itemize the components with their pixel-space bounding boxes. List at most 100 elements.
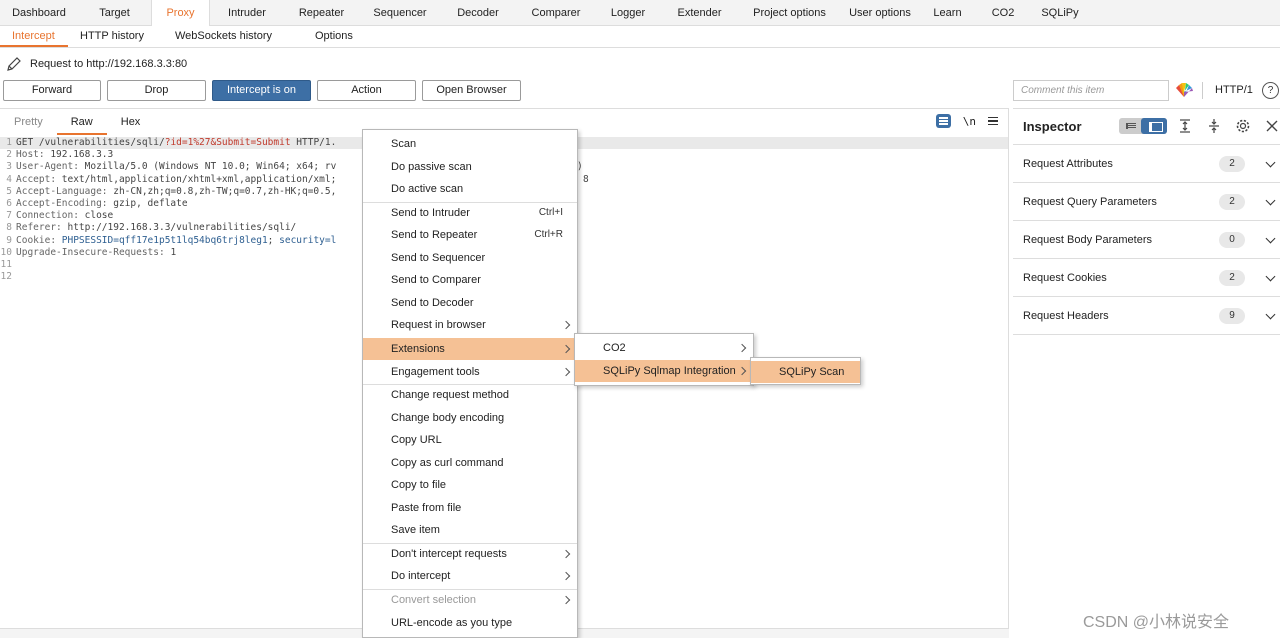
line-number: 2 (6, 149, 12, 161)
menu-item-label: Request in browser (391, 319, 486, 332)
menu-item-label: URL-encode as you type (391, 616, 513, 629)
menu-item-co2[interactable]: CO2 (575, 337, 753, 359)
menu-item-do-intercept[interactable]: Do intercept (363, 565, 577, 587)
code-token: Mozilla/5.0 (Windows NT 10.0; Win64; x64… (84, 161, 337, 173)
menu-item-send-to-sequencer[interactable]: Send to Sequencer (363, 247, 577, 269)
show-newlines-toggle[interactable]: \n (963, 115, 976, 128)
code-token: User-Agent: (16, 161, 85, 173)
editor-tab-pretty[interactable]: Pretty (0, 109, 57, 135)
code-token: 1 (170, 246, 177, 258)
top-tab-label: Repeater (298, 7, 345, 19)
sub-tab-websockets-history[interactable]: WebSockets history (163, 26, 303, 47)
code-token: Cookie: (16, 234, 62, 246)
expand-all-icon[interactable] (1177, 118, 1193, 134)
chevron-down-icon[interactable] (1265, 195, 1276, 206)
pretty-format-icon[interactable] (935, 114, 951, 128)
drop-button[interactable]: Drop (107, 80, 206, 101)
top-tab-extender[interactable]: Extender (659, 0, 740, 26)
pencil-icon[interactable] (6, 56, 22, 72)
panel-layout-icon[interactable] (1141, 118, 1167, 134)
code-token: HTTP/1. (290, 137, 337, 148)
inspector-section-request-cookies[interactable]: Request Cookies 2 (1013, 259, 1280, 297)
top-tab-label: Learn (933, 7, 962, 19)
menu-item-do-passive-scan[interactable]: Do passive scan (363, 156, 577, 178)
comment-input[interactable]: Comment this item (1013, 80, 1169, 101)
menu-item-url-encode-as-you-type[interactable]: URL-encode as you type (363, 612, 577, 634)
top-tab-proxy[interactable]: Proxy (151, 0, 210, 26)
top-tab-decoder[interactable]: Decoder (441, 0, 515, 26)
top-tab-co2[interactable]: CO2 (974, 0, 1032, 26)
editor-tab-raw[interactable]: Raw (56, 109, 107, 135)
editor-tab-hex[interactable]: Hex (107, 109, 155, 135)
menu-item-request-in-browser[interactable]: Request in browser (363, 314, 577, 336)
layout-toggle[interactable] (1119, 118, 1167, 134)
top-tab-sqlipy[interactable]: SQLiPy (1032, 0, 1088, 26)
top-tab-project-options[interactable]: Project options (740, 0, 839, 26)
top-tab-dashboard[interactable]: Dashboard (0, 0, 78, 26)
action-button[interactable]: Action (317, 80, 416, 101)
menu-item-sqlipy-sqlmap-integration[interactable]: SQLiPy Sqlmap Integration (575, 359, 753, 382)
menu-item-don-t-intercept-requests[interactable]: Don't intercept requests (363, 543, 577, 565)
top-tab-label: Sequencer (373, 7, 427, 19)
chevron-down-icon[interactable] (1265, 157, 1276, 168)
menu-item-copy-to-file[interactable]: Copy to file (363, 474, 577, 496)
sub-tab-intercept[interactable]: Intercept (0, 26, 68, 47)
request-target-line: Request to http://192.168.3.3:80 (0, 52, 600, 76)
chevron-down-icon[interactable] (1265, 309, 1276, 320)
chevron-right-icon (561, 344, 571, 354)
top-tab-sequencer[interactable]: Sequencer (359, 0, 441, 26)
top-tab-repeater[interactable]: Repeater (284, 0, 359, 26)
top-tab-label: Target (99, 7, 130, 19)
chevron-down-icon[interactable] (1265, 233, 1276, 244)
menu-item-send-to-comparer[interactable]: Send to Comparer (363, 269, 577, 291)
top-tab-user-options[interactable]: User options (839, 0, 921, 26)
highlight-color-icon[interactable] (1174, 80, 1194, 100)
menu-item-do-active-scan[interactable]: Do active scan (363, 178, 577, 200)
top-tab-target[interactable]: Target (78, 0, 151, 26)
top-tab-logger[interactable]: Logger (597, 0, 659, 26)
menu-item-copy-as-curl-command[interactable]: Copy as curl command (363, 452, 577, 474)
code-token: ; (267, 234, 280, 246)
menu-item-label: Change request method (391, 389, 510, 402)
close-icon[interactable] (1264, 118, 1280, 134)
menu-item-sqlipy-scan[interactable]: SQLiPy Scan (751, 361, 860, 383)
inspector-section-request-attributes[interactable]: Request Attributes 2 (1013, 145, 1280, 183)
menu-item-label: Scan (391, 138, 417, 150)
help-icon[interactable]: ? (1262, 82, 1279, 99)
top-tab-label: Comparer (531, 7, 581, 19)
top-tab-label: CO2 (991, 7, 1015, 19)
settings-gear-icon[interactable] (1235, 118, 1251, 134)
line-number: 8 (6, 222, 12, 234)
inspector-section-request-body-parameters[interactable]: Request Body Parameters 0 (1013, 221, 1280, 259)
sub-tab-http-history[interactable]: HTTP history (68, 26, 163, 47)
menu-item-send-to-repeater[interactable]: Send to Repeater Ctrl+R (363, 224, 577, 246)
inspector-section-request-headers[interactable]: Request Headers 9 (1013, 297, 1280, 335)
sub-tab-options[interactable]: Options (303, 26, 373, 47)
chevron-down-icon[interactable] (1265, 271, 1276, 282)
list-layout-icon[interactable] (1119, 118, 1141, 134)
count-badge: 2 (1219, 194, 1245, 210)
menu-item-send-to-decoder[interactable]: Send to Decoder (363, 292, 577, 314)
http-version-toggle[interactable]: HTTP/1 (1215, 84, 1253, 96)
menu-item-label: Copy URL (391, 434, 442, 447)
top-tab-comparer[interactable]: Comparer (515, 0, 597, 26)
menu-item-copy-url[interactable]: Copy URL (363, 429, 577, 451)
menu-item-save-item[interactable]: Save item (363, 519, 577, 541)
hamburger-menu-icon[interactable] (988, 117, 998, 125)
menu-item-send-to-intruder[interactable]: Send to Intruder Ctrl+I (363, 202, 577, 224)
collapse-all-icon[interactable] (1206, 118, 1222, 134)
forward-button[interactable]: Forward (3, 80, 101, 101)
menu-item-label: Engagement tools (391, 365, 480, 378)
inspector-section-request-query-parameters[interactable]: Request Query Parameters 2 (1013, 183, 1280, 221)
menu-item-extensions[interactable]: Extensions (363, 337, 577, 360)
menu-item-change-request-method[interactable]: Change request method (363, 384, 577, 406)
intercept-toggle-button[interactable]: Intercept is on (212, 80, 311, 101)
line-number: 1 (6, 137, 12, 148)
menu-item-engagement-tools[interactable]: Engagement tools (363, 361, 577, 383)
top-tab-intruder[interactable]: Intruder (210, 0, 284, 26)
menu-item-paste-from-file[interactable]: Paste from file (363, 497, 577, 519)
top-tab-learn[interactable]: Learn (921, 0, 974, 26)
menu-item-scan[interactable]: Scan (363, 133, 577, 155)
menu-item-change-body-encoding[interactable]: Change body encoding (363, 407, 577, 429)
open-browser-button[interactable]: Open Browser (422, 80, 521, 101)
